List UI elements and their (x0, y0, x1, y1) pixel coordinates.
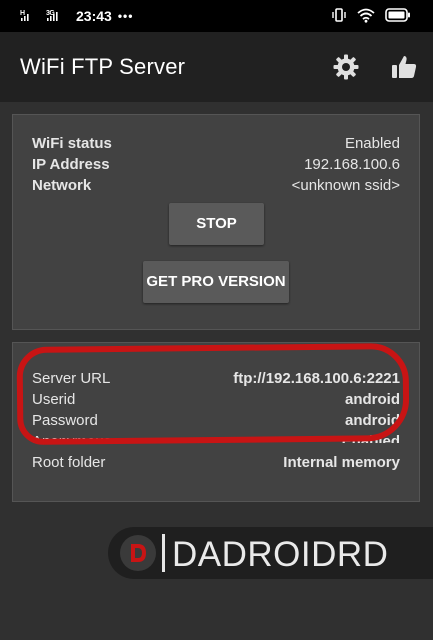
wifi-status-row: WiFi status Enabled (32, 135, 400, 155)
battery-icon (385, 8, 411, 25)
ip-address-row: IP Address 192.168.100.6 (32, 156, 400, 176)
watermark-text: DADROIDRD (172, 535, 389, 574)
watermark-divider (162, 534, 165, 572)
root-folder-row: Root folder Internal memory (32, 454, 400, 474)
app-title: WiFi FTP Server (20, 54, 186, 79)
network-row: Network <unknown ssid> (32, 177, 400, 197)
server-url-value: ftp://192.168.100.6:2221 (233, 370, 400, 387)
root-folder-label: Root folder (32, 454, 106, 471)
network-label: Network (32, 177, 92, 194)
signal-sim2-icon: 3G (46, 8, 66, 24)
server-info-card: Server URL ftp://192.168.100.6:2221 User… (12, 342, 420, 502)
wifi-status-value: Enabled (344, 135, 400, 152)
userid-row: Userid android (32, 391, 400, 411)
userid-label: Userid (32, 391, 76, 408)
password-row: Password android (32, 412, 400, 432)
ip-address-label: IP Address (32, 156, 110, 173)
svg-text:H: H (20, 10, 25, 17)
userid-value: android (345, 391, 400, 408)
get-pro-version-button[interactable]: GET PRO VERSION (143, 261, 289, 303)
password-value: android (345, 412, 400, 429)
watermark-banner: DADROIDRD (108, 527, 433, 579)
anonymous-access-value: Enabled (341, 433, 400, 443)
settings-gear-icon[interactable] (332, 53, 360, 81)
anonymous-access-label: Anonymous access (32, 433, 163, 443)
thumbs-up-icon[interactable] (390, 53, 418, 81)
more-notifications-icon: ••• (117, 9, 134, 23)
signal-sim1-icon: H (20, 8, 40, 24)
status-bar: H 3G 23:43 ••• (0, 0, 433, 32)
clock: 23:43 (76, 8, 112, 24)
password-label: Password (32, 412, 98, 429)
server-url-row: Server URL ftp://192.168.100.6:2221 (32, 370, 400, 390)
app-bar: WiFi FTP Server (0, 32, 433, 102)
wifi-info-card: WiFi status Enabled IP Address 192.168.1… (12, 114, 420, 330)
wifi-status-label: WiFi status (32, 135, 112, 152)
stop-button[interactable]: STOP (169, 203, 264, 245)
watermark-logo-icon (120, 535, 156, 571)
server-url-label: Server URL (32, 370, 111, 387)
anonymous-access-row: Anonymous access Enabled (32, 433, 400, 443)
ip-address-value: 192.168.100.6 (304, 156, 400, 173)
network-value: <unknown ssid> (291, 177, 400, 194)
vibrate-icon (331, 7, 347, 26)
root-folder-value: Internal memory (283, 454, 400, 471)
wifi-icon (357, 8, 375, 26)
